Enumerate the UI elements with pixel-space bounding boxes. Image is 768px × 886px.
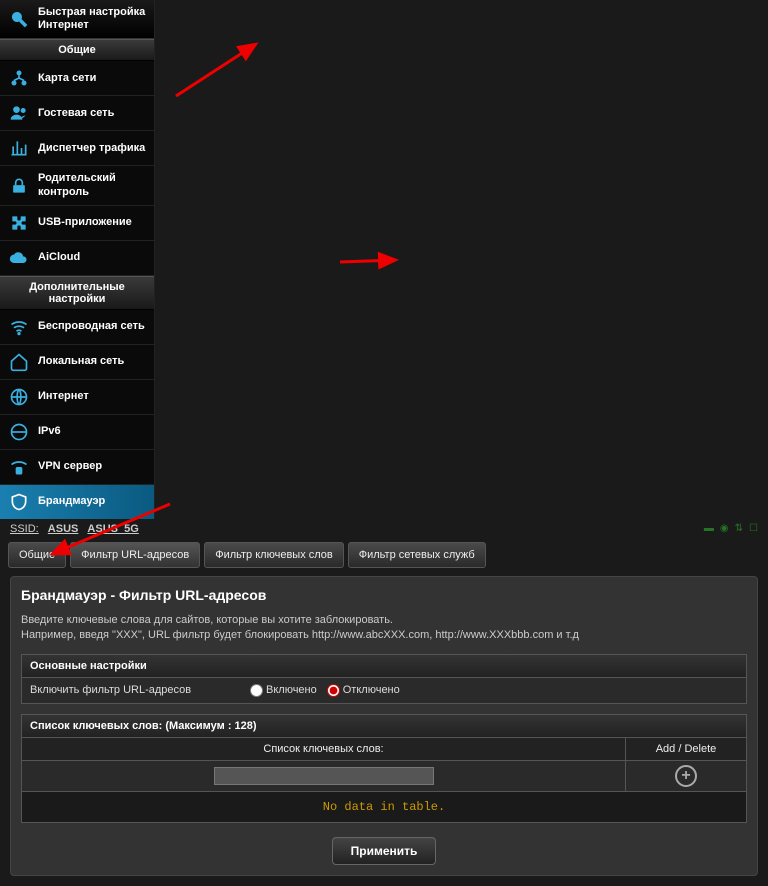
radio-enabled-input[interactable] bbox=[250, 684, 263, 697]
sidebar-item-wireless[interactable]: Беспроводная сеть bbox=[0, 310, 154, 345]
table-header: Список ключевых слов: Add / Delete bbox=[21, 738, 747, 761]
ssid-name-1: ASUS bbox=[48, 523, 79, 535]
ssid-name-2: ASUS_5G bbox=[87, 523, 138, 535]
shield-icon bbox=[8, 491, 30, 513]
sidebar-item-map[interactable]: Карта сети bbox=[0, 61, 154, 96]
status-icon: ▬ bbox=[704, 523, 714, 534]
vpn-icon bbox=[8, 456, 30, 478]
status-icon: ☐ bbox=[749, 523, 758, 534]
sidebar-item-label: VPN сервер bbox=[38, 460, 102, 473]
enable-label: Включить фильтр URL-адресов bbox=[30, 684, 230, 696]
sidebar-item-guest[interactable]: Гостевая сеть bbox=[0, 96, 154, 131]
table-input-row: + bbox=[21, 761, 747, 792]
section-keywords: Список ключевых слов: (Максимум : 128) bbox=[21, 714, 747, 738]
sidebar-item-usb[interactable]: USB-приложение bbox=[0, 206, 154, 241]
sidebar-quick-setup[interactable]: Быстрая настройка Интернет bbox=[0, 0, 154, 39]
sidebar-item-label: Диспетчер трафика bbox=[38, 142, 145, 155]
sidebar-item-ipv6[interactable]: IPv6 bbox=[0, 415, 154, 450]
enable-radios: Включено Отключено bbox=[250, 684, 400, 697]
top-row: SSID: ASUS ASUS_5G ▬ ◉ ⇅ ☐ bbox=[0, 519, 768, 539]
content-panel: Брандмауэр - Фильтр URL-адресов Введите … bbox=[10, 576, 758, 876]
page-description: Введите ключевые слова для сайтов, котор… bbox=[21, 613, 747, 644]
sidebar-item-label: Беспроводная сеть bbox=[38, 320, 145, 333]
sidebar-item-label: USB-приложение bbox=[38, 216, 132, 229]
ssid-info: SSID: ASUS ASUS_5G bbox=[10, 523, 145, 535]
status-icon: ◉ bbox=[720, 523, 729, 534]
tab-general[interactable]: Общие bbox=[8, 542, 66, 568]
sidebar-item-internet[interactable]: Интернет bbox=[0, 380, 154, 415]
sidebar-item-label: IPv6 bbox=[38, 425, 61, 438]
home-icon bbox=[8, 351, 30, 373]
sidebar-item-label: Брандмауэр bbox=[38, 495, 105, 508]
chart-icon bbox=[8, 137, 30, 159]
globe-icon bbox=[8, 421, 30, 443]
sidebar-group-general: Общие bbox=[0, 39, 154, 61]
no-data-message: No data in table. bbox=[21, 792, 747, 823]
tab-keyword-filter[interactable]: Фильтр ключевых слов bbox=[204, 542, 344, 568]
status-icons: ▬ ◉ ⇅ ☐ bbox=[704, 523, 758, 534]
sidebar-item-aicloud[interactable]: AiCloud bbox=[0, 241, 154, 276]
tabs: Общие Фильтр URL-адресов Фильтр ключевых… bbox=[0, 539, 768, 576]
sidebar-item-traffic[interactable]: Диспетчер трафика bbox=[0, 131, 154, 166]
wifi-icon bbox=[8, 316, 30, 338]
sidebar-item-label: Интернет bbox=[38, 390, 89, 403]
annotation-arrow-icon bbox=[338, 252, 408, 272]
sidebar-item-parental[interactable]: Родительский контроль bbox=[0, 166, 154, 205]
network-map-icon bbox=[8, 67, 30, 89]
puzzle-icon bbox=[8, 212, 30, 234]
wrench-icon bbox=[8, 8, 30, 30]
sidebar-item-label: Быстрая настройка Интернет bbox=[38, 6, 146, 32]
sidebar-item-label: Гостевая сеть bbox=[38, 107, 114, 120]
cloud-icon bbox=[8, 247, 30, 269]
radio-disabled[interactable]: Отключено bbox=[327, 684, 400, 697]
sidebar-group-advanced: Дополнительные настройки bbox=[0, 276, 154, 310]
ssid-label: SSID: bbox=[10, 523, 39, 535]
globe-icon bbox=[8, 386, 30, 408]
add-button[interactable]: + bbox=[675, 765, 697, 787]
users-icon bbox=[8, 102, 30, 124]
section-basic-settings: Основные настройки bbox=[21, 654, 747, 678]
status-icon: ⇅ bbox=[735, 523, 743, 534]
radio-disabled-input[interactable] bbox=[327, 684, 340, 697]
sidebar-item-label: AiCloud bbox=[38, 251, 80, 264]
lock-icon bbox=[8, 175, 30, 197]
tab-url-filter[interactable]: Фильтр URL-адресов bbox=[70, 542, 200, 568]
sidebar-item-vpn[interactable]: VPN сервер bbox=[0, 450, 154, 485]
annotation-arrow-icon bbox=[166, 36, 276, 106]
keyword-input[interactable] bbox=[214, 767, 434, 785]
sidebar-item-lan[interactable]: Локальная сеть bbox=[0, 345, 154, 380]
sidebar-item-label: Родительский контроль bbox=[38, 172, 146, 198]
col-keywords: Список ключевых слов: bbox=[22, 738, 626, 760]
sidebar: Быстрая настройка Интернет Общие Карта с… bbox=[0, 0, 155, 519]
col-action: Add / Delete bbox=[626, 738, 746, 760]
sidebar-item-label: Локальная сеть bbox=[38, 355, 124, 368]
apply-button[interactable]: Применить bbox=[332, 837, 437, 865]
page-title: Брандмауэр - Фильтр URL-адресов bbox=[21, 587, 747, 603]
sidebar-item-label: Карта сети bbox=[38, 72, 96, 85]
enable-row: Включить фильтр URL-адресов Включено Отк… bbox=[21, 678, 747, 704]
main-area: SSID: ASUS ASUS_5G ▬ ◉ ⇅ ☐ Общие Фильтр … bbox=[0, 519, 768, 886]
tab-service-filter[interactable]: Фильтр сетевых служб bbox=[348, 542, 486, 568]
sidebar-item-firewall[interactable]: Брандмауэр bbox=[0, 485, 154, 519]
radio-enabled[interactable]: Включено bbox=[250, 684, 317, 697]
